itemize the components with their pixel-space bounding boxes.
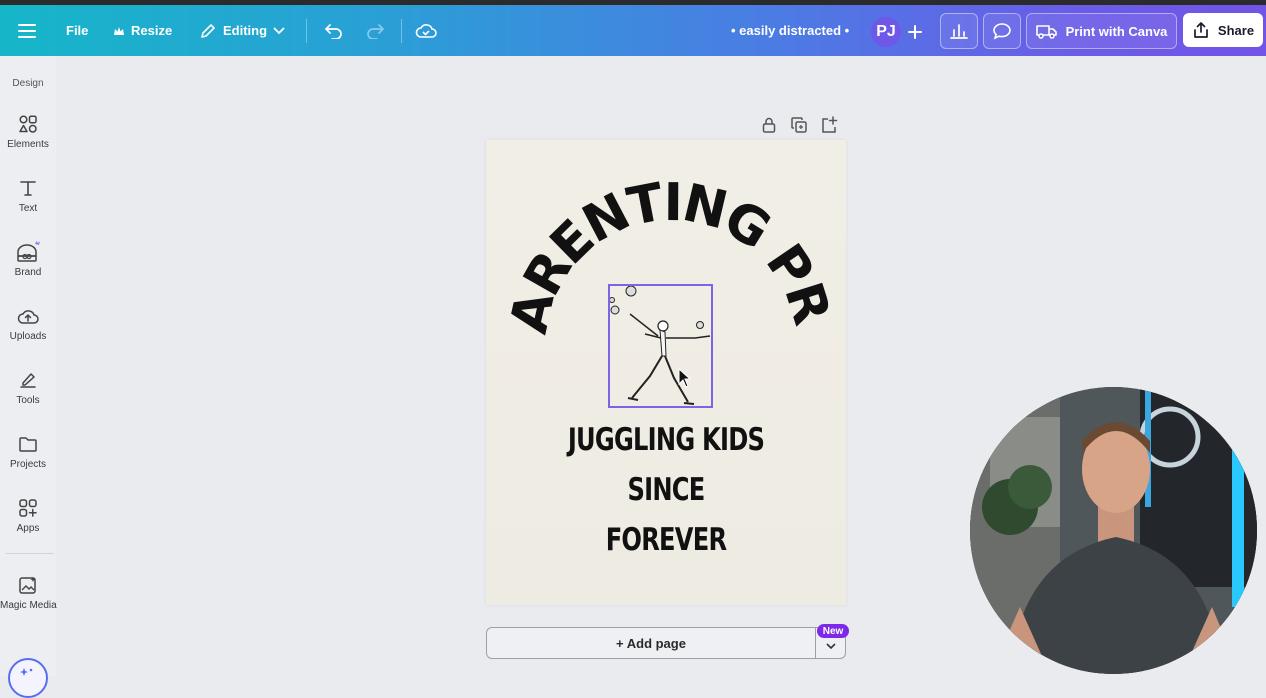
redo-icon <box>367 23 385 39</box>
sidebar-item-label: Tools <box>16 395 40 406</box>
apps-icon <box>19 499 37 517</box>
magic-button[interactable] <box>8 658 48 698</box>
file-label: File <box>66 23 89 38</box>
sidebar-item-elements[interactable]: Elements <box>0 111 56 161</box>
magic-media-icon <box>19 577 36 594</box>
hamburger-icon <box>18 23 36 38</box>
sidebar-item-magic-media[interactable]: Magic Media <box>0 572 57 622</box>
document-title[interactable]: • easily distracted • <box>731 5 849 56</box>
comment-icon <box>993 23 1011 40</box>
tools-icon <box>20 373 36 388</box>
toolbar-divider <box>306 19 307 43</box>
folder-icon <box>19 437 37 452</box>
duplicate-icon <box>791 117 807 133</box>
crown-icon <box>114 26 124 35</box>
text-icon <box>20 181 36 196</box>
bar-chart-icon <box>950 24 968 39</box>
avatar[interactable]: PJ <box>871 17 901 47</box>
invite-button[interactable] <box>903 20 927 44</box>
undo-icon <box>324 23 342 39</box>
insights-button[interactable] <box>940 13 978 49</box>
sidebar-item-projects[interactable]: Projects <box>0 431 56 481</box>
comments-button[interactable] <box>983 13 1021 49</box>
add-page-above-button[interactable] <box>820 116 838 136</box>
sidebar-item-label: Apps <box>16 523 40 534</box>
file-menu[interactable]: File <box>66 5 88 56</box>
share-label: Share <box>1217 22 1255 38</box>
plus-icon <box>908 25 922 39</box>
tagline-line-2: FOREVER <box>605 522 727 558</box>
sidebar-item-apps[interactable]: Apps <box>0 495 56 545</box>
sidebar-divider <box>6 553 54 554</box>
sidebar-item-label: Projects <box>9 459 47 470</box>
share-button[interactable]: Share <box>1183 13 1263 47</box>
left-sidebar: Design Elements Text Brand Uploads Tools… <box>0 56 57 698</box>
new-badge: New <box>817 624 849 638</box>
uploads-icon <box>17 310 39 324</box>
undo-button[interactable] <box>324 5 344 56</box>
chevron-down-icon <box>825 643 836 649</box>
cloud-check-icon <box>415 23 437 38</box>
print-with-canva-button[interactable]: Print with Canva <box>1026 13 1177 49</box>
lock-icon <box>762 117 776 133</box>
avatar-initials: PJ <box>876 23 896 40</box>
chevron-down-icon <box>273 26 285 34</box>
page-toolbar <box>760 116 838 136</box>
webcam-overlay <box>970 387 1257 674</box>
menu-button[interactable] <box>18 5 36 56</box>
sidebar-item-label: Elements <box>7 139 49 150</box>
cloud-save-status[interactable] <box>415 5 437 56</box>
sidebar-item-label: Magic Media <box>0 600 57 611</box>
sidebar-section-label: Design <box>12 78 44 89</box>
truck-icon <box>1035 25 1057 39</box>
add-page-button[interactable]: + Add page <box>486 627 816 659</box>
editing-label: Editing <box>223 23 268 38</box>
document-title-text: • easily distracted • <box>731 23 850 38</box>
elements-icon <box>19 115 37 133</box>
sidebar-item-label: Text <box>18 203 38 214</box>
mouse-cursor-icon <box>678 368 692 388</box>
sidebar-item-label: Uploads <box>9 331 47 342</box>
resize-button[interactable]: Resize <box>113 5 172 56</box>
editing-dropdown[interactable]: Editing <box>199 5 285 56</box>
top-toolbar: File Resize Editing • easily distracted … <box>0 5 1266 56</box>
toolbar-divider <box>401 19 402 43</box>
sparkle-icon <box>20 668 33 676</box>
sidebar-item-text[interactable]: Text <box>0 175 56 225</box>
sidebar-item-tools[interactable]: Tools <box>0 367 56 417</box>
sidebar-item-label: Brand <box>14 267 42 278</box>
presenter-video <box>970 387 1257 674</box>
selection-box[interactable] <box>608 284 713 408</box>
sidebar-item-uploads[interactable]: Uploads <box>0 303 56 353</box>
redo-button[interactable] <box>365 5 385 56</box>
brand-icon <box>17 241 40 262</box>
add-page-icon <box>822 116 838 133</box>
print-label: Print with Canva <box>1065 23 1168 39</box>
resize-label: Resize <box>131 23 173 38</box>
duplicate-page-button[interactable] <box>790 116 808 136</box>
new-badge-label: New <box>822 625 844 637</box>
pencil-icon <box>201 23 215 38</box>
tagline-line-1: JUGGLING KIDS SINCE <box>567 422 765 508</box>
sidebar-item-brand[interactable]: Brand <box>0 239 56 289</box>
lock-page-button[interactable] <box>760 116 778 136</box>
tagline-text[interactable]: JUGGLING KIDS SINCE FOREVER <box>549 415 783 565</box>
add-page-label: + Add page <box>616 635 686 651</box>
share-icon <box>1194 22 1208 38</box>
